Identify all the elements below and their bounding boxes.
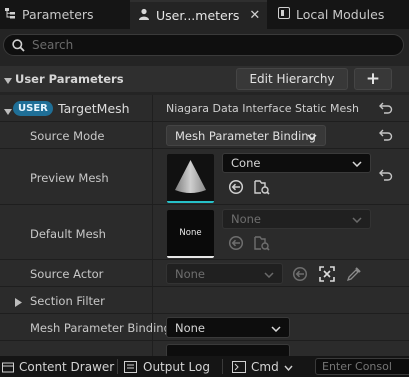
chevron-down-icon [284, 360, 293, 374]
tab-user-parameters[interactable]: User...meters ✕ [130, 0, 267, 29]
column-divider [152, 149, 153, 204]
property-label: Source Actor [30, 267, 104, 281]
chevron-down-icon [264, 267, 274, 281]
column-divider [152, 287, 153, 313]
property-label: Preview Mesh [30, 171, 109, 185]
section-header[interactable]: User Parameters Edit Hierarchy + [0, 66, 409, 92]
cone-icon [175, 160, 206, 193]
output-log-label: Output Log [143, 359, 210, 374]
tab-bar: Parameters User...meters ✕ Local Modules [0, 0, 409, 29]
default-mesh-dropdown[interactable]: None [222, 209, 371, 229]
parameter-type: Niagara Data Interface Static Mesh [166, 102, 359, 115]
reset-arrow-icon[interactable] [379, 129, 395, 143]
column-divider [152, 341, 153, 356]
parameter-name[interactable]: TargetMesh [58, 101, 130, 116]
collapse-arrow-icon[interactable] [4, 105, 12, 119]
parameter-row: USER TargetMesh Niagara Data Interface S… [0, 95, 409, 122]
preview-mesh-thumbnail[interactable] [167, 154, 214, 203]
use-selected-icon[interactable] [228, 235, 244, 251]
tab-local-modules[interactable]: Local Modules [270, 0, 409, 29]
property-row-source-actor: Source Actor None [0, 260, 409, 287]
content-drawer-label: Content Drawer [19, 359, 115, 374]
divider [117, 359, 118, 374]
person-icon [138, 8, 150, 23]
property-row-default-mesh: Default Mesh None None [0, 205, 409, 260]
chevron-down-icon [307, 129, 317, 143]
module-icon [278, 7, 290, 22]
property-label: Default Mesh [30, 227, 106, 241]
use-selected-icon[interactable] [292, 266, 308, 282]
user-badge: USER [13, 101, 53, 116]
dropdown-value: None [231, 212, 262, 226]
browse-asset-icon[interactable] [254, 179, 270, 195]
tab-label: User...meters [156, 8, 240, 23]
status-bar: Content Drawer Output Log Cmd [0, 356, 409, 377]
tab-parameters[interactable]: Parameters [0, 0, 132, 29]
collapse-arrow-icon[interactable] [4, 74, 12, 88]
dropdown-value: Mesh Parameter Binding [175, 128, 316, 143]
close-icon[interactable]: ✕ [249, 8, 260, 23]
dropdown-value: None [175, 320, 206, 335]
column-divider [152, 205, 153, 259]
eyedropper-icon[interactable] [346, 266, 362, 282]
search-box [3, 34, 404, 56]
column-divider [152, 122, 153, 148]
search-icon [12, 38, 25, 52]
edit-hierarchy-button[interactable]: Edit Hierarchy [236, 68, 348, 90]
column-divider [152, 314, 153, 340]
search-input[interactable] [32, 38, 392, 52]
select-actor-icon[interactable] [319, 266, 335, 282]
property-row-mesh-parameter-binding: Mesh Parameter Binding None [0, 314, 409, 341]
cmd-label: Cmd [251, 359, 279, 374]
console-input-box [315, 358, 409, 375]
property-label: Mesh Parameter Binding [30, 321, 171, 335]
property-row-preview-mesh: Preview Mesh Cone [0, 149, 409, 205]
chevron-down-icon [271, 321, 281, 335]
terminal-icon [232, 360, 246, 373]
tab-label: Parameters [22, 7, 94, 22]
console-input[interactable] [316, 359, 409, 374]
output-log-icon [124, 360, 137, 373]
content-drawer-icon [2, 361, 14, 373]
dropdown-value: Cone [231, 156, 261, 170]
section-title: User Parameters [15, 72, 124, 86]
source-actor-dropdown[interactable]: None [166, 263, 283, 284]
property-label: Source Mode [30, 129, 105, 143]
property-row-section-filter[interactable]: Section Filter [0, 287, 409, 314]
cmd-dropdown[interactable]: Cmd [232, 356, 293, 377]
thumbnail-label: None [179, 228, 202, 238]
property-label: Section Filter [30, 294, 105, 308]
dropdown-value: None [175, 266, 206, 281]
browse-asset-icon[interactable] [254, 235, 270, 251]
property-row-partial [0, 341, 409, 358]
expand-arrow-icon[interactable] [15, 296, 22, 310]
chevron-down-icon [352, 212, 362, 226]
reset-arrow-icon[interactable] [379, 102, 395, 116]
add-parameter-button[interactable]: + [354, 68, 392, 90]
default-mesh-thumbnail[interactable]: None [167, 210, 214, 258]
property-row-source-mode: Source Mode Mesh Parameter Binding [0, 122, 409, 149]
content-drawer-button[interactable]: Content Drawer [0, 356, 114, 377]
hierarchy-icon [4, 7, 16, 22]
column-divider [152, 260, 153, 286]
tab-label: Local Modules [296, 7, 385, 22]
mesh-parameter-binding-dropdown[interactable]: None [166, 317, 290, 338]
reset-arrow-icon[interactable] [379, 169, 395, 183]
source-mode-dropdown[interactable]: Mesh Parameter Binding [166, 125, 326, 146]
divider [222, 359, 223, 374]
preview-mesh-dropdown[interactable]: Cone [222, 153, 371, 173]
use-selected-icon[interactable] [228, 179, 244, 195]
column-divider [152, 95, 153, 121]
chevron-down-icon [352, 156, 362, 170]
output-log-button[interactable]: Output Log [124, 356, 210, 377]
